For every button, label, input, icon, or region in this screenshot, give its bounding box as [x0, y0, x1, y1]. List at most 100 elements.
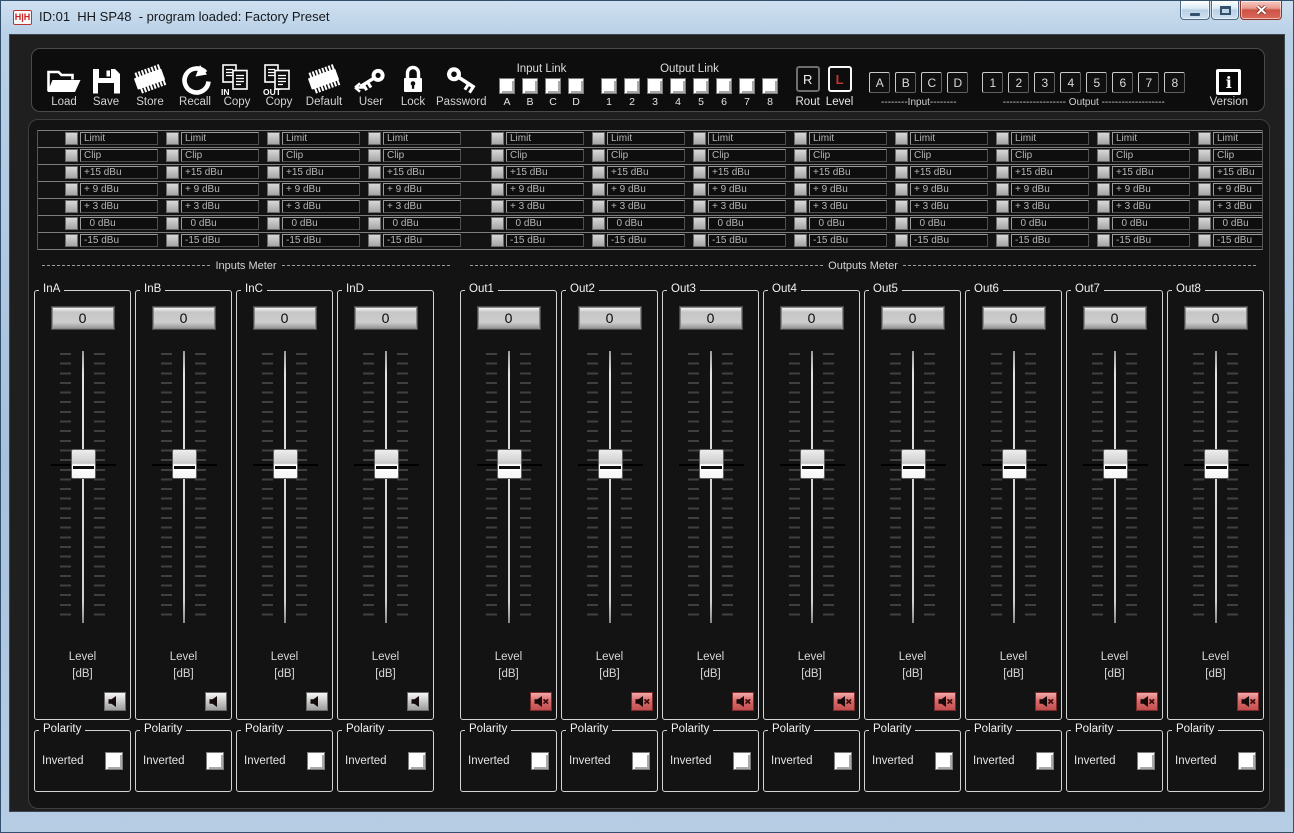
- mute-off-button[interactable]: [306, 692, 328, 711]
- mute-off-button[interactable]: [407, 692, 429, 711]
- input-select-button-C[interactable]: C: [921, 72, 942, 93]
- meter-led: [794, 183, 807, 196]
- input-link-checkbox-D[interactable]: [568, 78, 584, 94]
- output-link-checkbox-6[interactable]: [716, 78, 732, 94]
- level-button[interactable]: L: [828, 66, 852, 92]
- meter-scale-label: 0 dBu: [181, 217, 259, 230]
- info-icon[interactable]: i: [1216, 69, 1241, 95]
- fader-handle[interactable]: [598, 449, 623, 479]
- level-fader: [461, 351, 556, 623]
- fader-track[interactable]: [811, 351, 813, 623]
- mute-on-button[interactable]: [934, 692, 956, 711]
- polarity-checkbox-Out8[interactable]: [1238, 752, 1256, 770]
- fader-track[interactable]: [710, 351, 712, 623]
- password-button[interactable]: Password: [436, 53, 487, 108]
- copy-in-button[interactable]: INCopy: [220, 53, 254, 108]
- polarity-checkbox-InD[interactable]: [408, 752, 426, 770]
- fader-track[interactable]: [284, 351, 286, 623]
- output-link-checkbox-7[interactable]: [739, 78, 755, 94]
- output-link-checkbox-5[interactable]: [693, 78, 709, 94]
- fader-track[interactable]: [508, 351, 510, 623]
- polarity-checkbox-Out7[interactable]: [1137, 752, 1155, 770]
- close-button[interactable]: [1240, 1, 1282, 20]
- lock-button[interactable]: Lock: [398, 53, 428, 108]
- output-select-button-3[interactable]: 3: [1034, 72, 1055, 93]
- polarity-checkbox-InA[interactable]: [105, 752, 123, 770]
- mute-on-button[interactable]: [530, 692, 552, 711]
- fader-handle[interactable]: [1204, 449, 1229, 479]
- fader-track[interactable]: [183, 351, 185, 623]
- fader-handle[interactable]: [800, 449, 825, 479]
- meter-row-line: [38, 198, 1262, 199]
- mute-on-button[interactable]: [1035, 692, 1057, 711]
- polarity-checkbox-InC[interactable]: [307, 752, 325, 770]
- mute-on-button[interactable]: [631, 692, 653, 711]
- output-link-checkbox-8[interactable]: [762, 78, 778, 94]
- rout-button[interactable]: R: [796, 66, 820, 92]
- fader-handle[interactable]: [497, 449, 522, 479]
- output-select-button-4[interactable]: 4: [1060, 72, 1081, 93]
- polarity-checkbox-Out5[interactable]: [935, 752, 953, 770]
- input-link-item-A: A: [496, 78, 519, 108]
- mute-on-button[interactable]: [732, 692, 754, 711]
- output-link-checkbox-4[interactable]: [670, 78, 686, 94]
- fader-handle[interactable]: [901, 449, 926, 479]
- fader-track[interactable]: [82, 351, 84, 623]
- load-button[interactable]: Load: [46, 53, 82, 108]
- minimize-button[interactable]: [1180, 1, 1210, 20]
- input-select-button-B[interactable]: B: [895, 72, 916, 93]
- fader-handle[interactable]: [71, 449, 96, 479]
- fader-handle[interactable]: [172, 449, 197, 479]
- fader-handle[interactable]: [374, 449, 399, 479]
- fader-handle[interactable]: [1002, 449, 1027, 479]
- fader-track[interactable]: [1215, 351, 1217, 623]
- fader-track[interactable]: [1114, 351, 1116, 623]
- output-link-checkbox-3[interactable]: [647, 78, 663, 94]
- fader-handle[interactable]: [1103, 449, 1128, 479]
- app-logo-icon[interactable]: H|H: [13, 10, 32, 25]
- output-link-checkbox-2[interactable]: [624, 78, 640, 94]
- user-button[interactable]: User: [352, 53, 390, 108]
- mute-on-button[interactable]: [833, 692, 855, 711]
- polarity-checkbox-Out2[interactable]: [632, 752, 650, 770]
- mute-on-button[interactable]: [1136, 692, 1158, 711]
- output-select-button-1[interactable]: 1: [982, 72, 1003, 93]
- store-button[interactable]: Store: [130, 53, 170, 108]
- meter-led: [895, 166, 908, 179]
- floppy-disk-icon: [90, 60, 122, 96]
- input-select-button-A[interactable]: A: [869, 72, 890, 93]
- mute-off-button[interactable]: [205, 692, 227, 711]
- output-select-button-6[interactable]: 6: [1112, 72, 1133, 93]
- fader-ticks-right: [1227, 353, 1238, 621]
- output-select-button-7[interactable]: 7: [1138, 72, 1159, 93]
- fader-track[interactable]: [912, 351, 914, 623]
- polarity-checkbox-Out4[interactable]: [834, 752, 852, 770]
- input-link-checkbox-A[interactable]: [499, 78, 515, 94]
- mute-off-button[interactable]: [104, 692, 126, 711]
- fader-handle[interactable]: [273, 449, 298, 479]
- level-unit-label: [dB]: [663, 668, 758, 680]
- mute-on-button[interactable]: [1237, 692, 1259, 711]
- default-button[interactable]: Default: [304, 53, 344, 108]
- maximize-button[interactable]: [1211, 1, 1239, 20]
- polarity-checkbox-Out1[interactable]: [531, 752, 549, 770]
- polarity-checkbox-Out6[interactable]: [1036, 752, 1054, 770]
- save-button[interactable]: Save: [90, 53, 122, 108]
- fader-track[interactable]: [609, 351, 611, 623]
- fader-track[interactable]: [1013, 351, 1015, 623]
- polarity-box-InA: PolarityInverted: [34, 730, 131, 792]
- fader-track[interactable]: [385, 351, 387, 623]
- copy-out-button[interactable]: OUTCopy: [262, 53, 296, 108]
- output-link-checkbox-1[interactable]: [601, 78, 617, 94]
- polarity-checkbox-Out3[interactable]: [733, 752, 751, 770]
- output-select-button-2[interactable]: 2: [1008, 72, 1029, 93]
- fader-handle[interactable]: [699, 449, 724, 479]
- input-select-button-D[interactable]: D: [947, 72, 968, 93]
- recall-button[interactable]: Recall: [178, 53, 212, 108]
- output-select-button-8[interactable]: 8: [1164, 72, 1185, 93]
- input-link-checkbox-C[interactable]: [545, 78, 561, 94]
- output-select-button-5[interactable]: 5: [1086, 72, 1107, 93]
- input-link-checkbox-B[interactable]: [522, 78, 538, 94]
- polarity-title: Polarity: [39, 723, 85, 735]
- polarity-checkbox-InB[interactable]: [206, 752, 224, 770]
